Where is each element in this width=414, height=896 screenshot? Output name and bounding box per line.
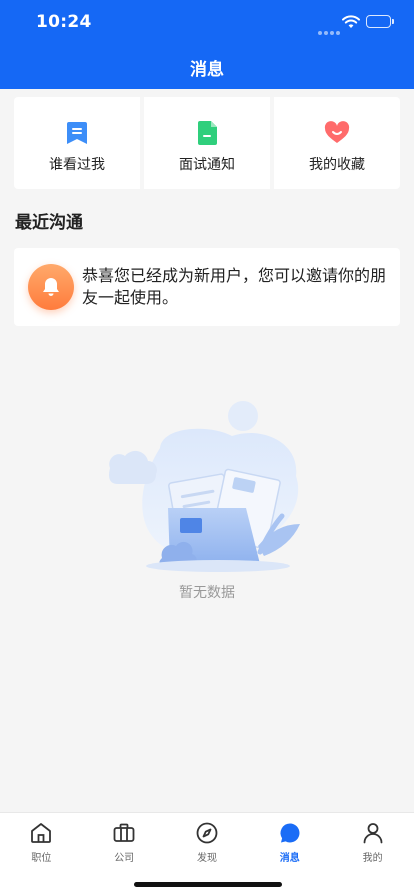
tab-label: 消息 [279,853,300,864]
document-icon [198,121,217,145]
status-bar: 10:24 [0,0,414,44]
page-title: 消息 [190,60,224,80]
battery-icon [366,15,394,28]
tab-label: 职位 [31,853,52,864]
shortcut-label: 我的收藏 [309,157,365,173]
tab-label: 发现 [196,853,217,864]
home-icon [31,823,52,843]
shortcut-my-favorites[interactable]: 我的收藏 [270,97,400,189]
shortcut-panel: 谁看过我 面试通知 我的收藏 [14,97,400,189]
header: 10:24 消息 [0,0,414,89]
empty-state-text: 暂无数据 [179,585,235,601]
chat-bubble-icon [280,823,300,843]
heart-icon [324,121,350,143]
wifi-icon [342,14,360,33]
bell-icon [28,264,74,310]
tab-label: 公司 [114,853,135,864]
status-time: 10:24 [36,12,92,32]
cellular-signal-icon [318,20,342,39]
compass-icon [196,822,218,844]
section-title-recent: 最近沟通 [15,213,83,233]
notice-text: 恭喜您已经成为新用户，您可以邀请你的朋友一起使用。 [82,266,387,307]
tab-label: 我的 [362,853,383,864]
briefcase-icon [113,823,135,842]
shortcut-label: 谁看过我 [49,157,105,173]
system-notice-card[interactable]: 恭喜您已经成为新用户，您可以邀请你的朋友一起使用。 [14,248,400,326]
shortcut-label: 面试通知 [179,157,235,173]
shortcut-who-viewed-me[interactable]: 谁看过我 [14,97,140,189]
shortcut-interview-notice[interactable]: 面试通知 [140,97,270,189]
home-indicator[interactable] [134,882,282,887]
person-icon [363,823,382,844]
tab-mine[interactable]: 我的 [331,813,414,896]
empty-folder-illustration [100,396,310,576]
bookmark-icon [67,122,87,144]
tab-jobs[interactable]: 职位 [0,813,83,896]
